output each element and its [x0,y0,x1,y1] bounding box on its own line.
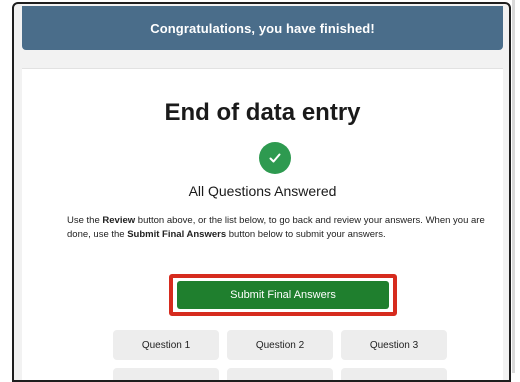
instructions-part3: button below to submit your answers. [226,228,386,240]
submit-highlight: Submit Final Answers [169,274,397,316]
checkmark-icon [269,153,281,163]
check-circle-icon [259,142,291,174]
question-list: Question 1 Question 2 Question 3 [113,330,453,380]
question-1-button[interactable]: Question 1 [113,330,219,360]
question-button-partial[interactable] [227,368,333,380]
page-title: End of data entry [164,99,361,126]
question-2-button[interactable]: Question 2 [227,330,333,360]
banner-text: Congratulations, you have finished! [150,20,375,36]
review-keyword: Review [102,215,136,226]
instructions-part1: Use the [67,215,103,226]
question-3-button[interactable]: Question 3 [341,330,447,360]
content-card: End of data entry All Questions Answered… [22,68,503,380]
status-text: All Questions Answered [188,183,337,199]
submit-final-answers-button[interactable]: Submit Final Answers [177,281,389,309]
app-window: Congratulations, you have finished! End … [12,2,511,382]
question-button-partial[interactable] [341,368,447,380]
window-edge [512,0,515,373]
submit-keyword: Submit Final Answers [127,228,227,240]
completion-banner: Congratulations, you have finished! [22,6,503,50]
instructions-text: Use the Review button above, or the list… [67,214,492,241]
question-button-partial[interactable] [113,368,219,380]
